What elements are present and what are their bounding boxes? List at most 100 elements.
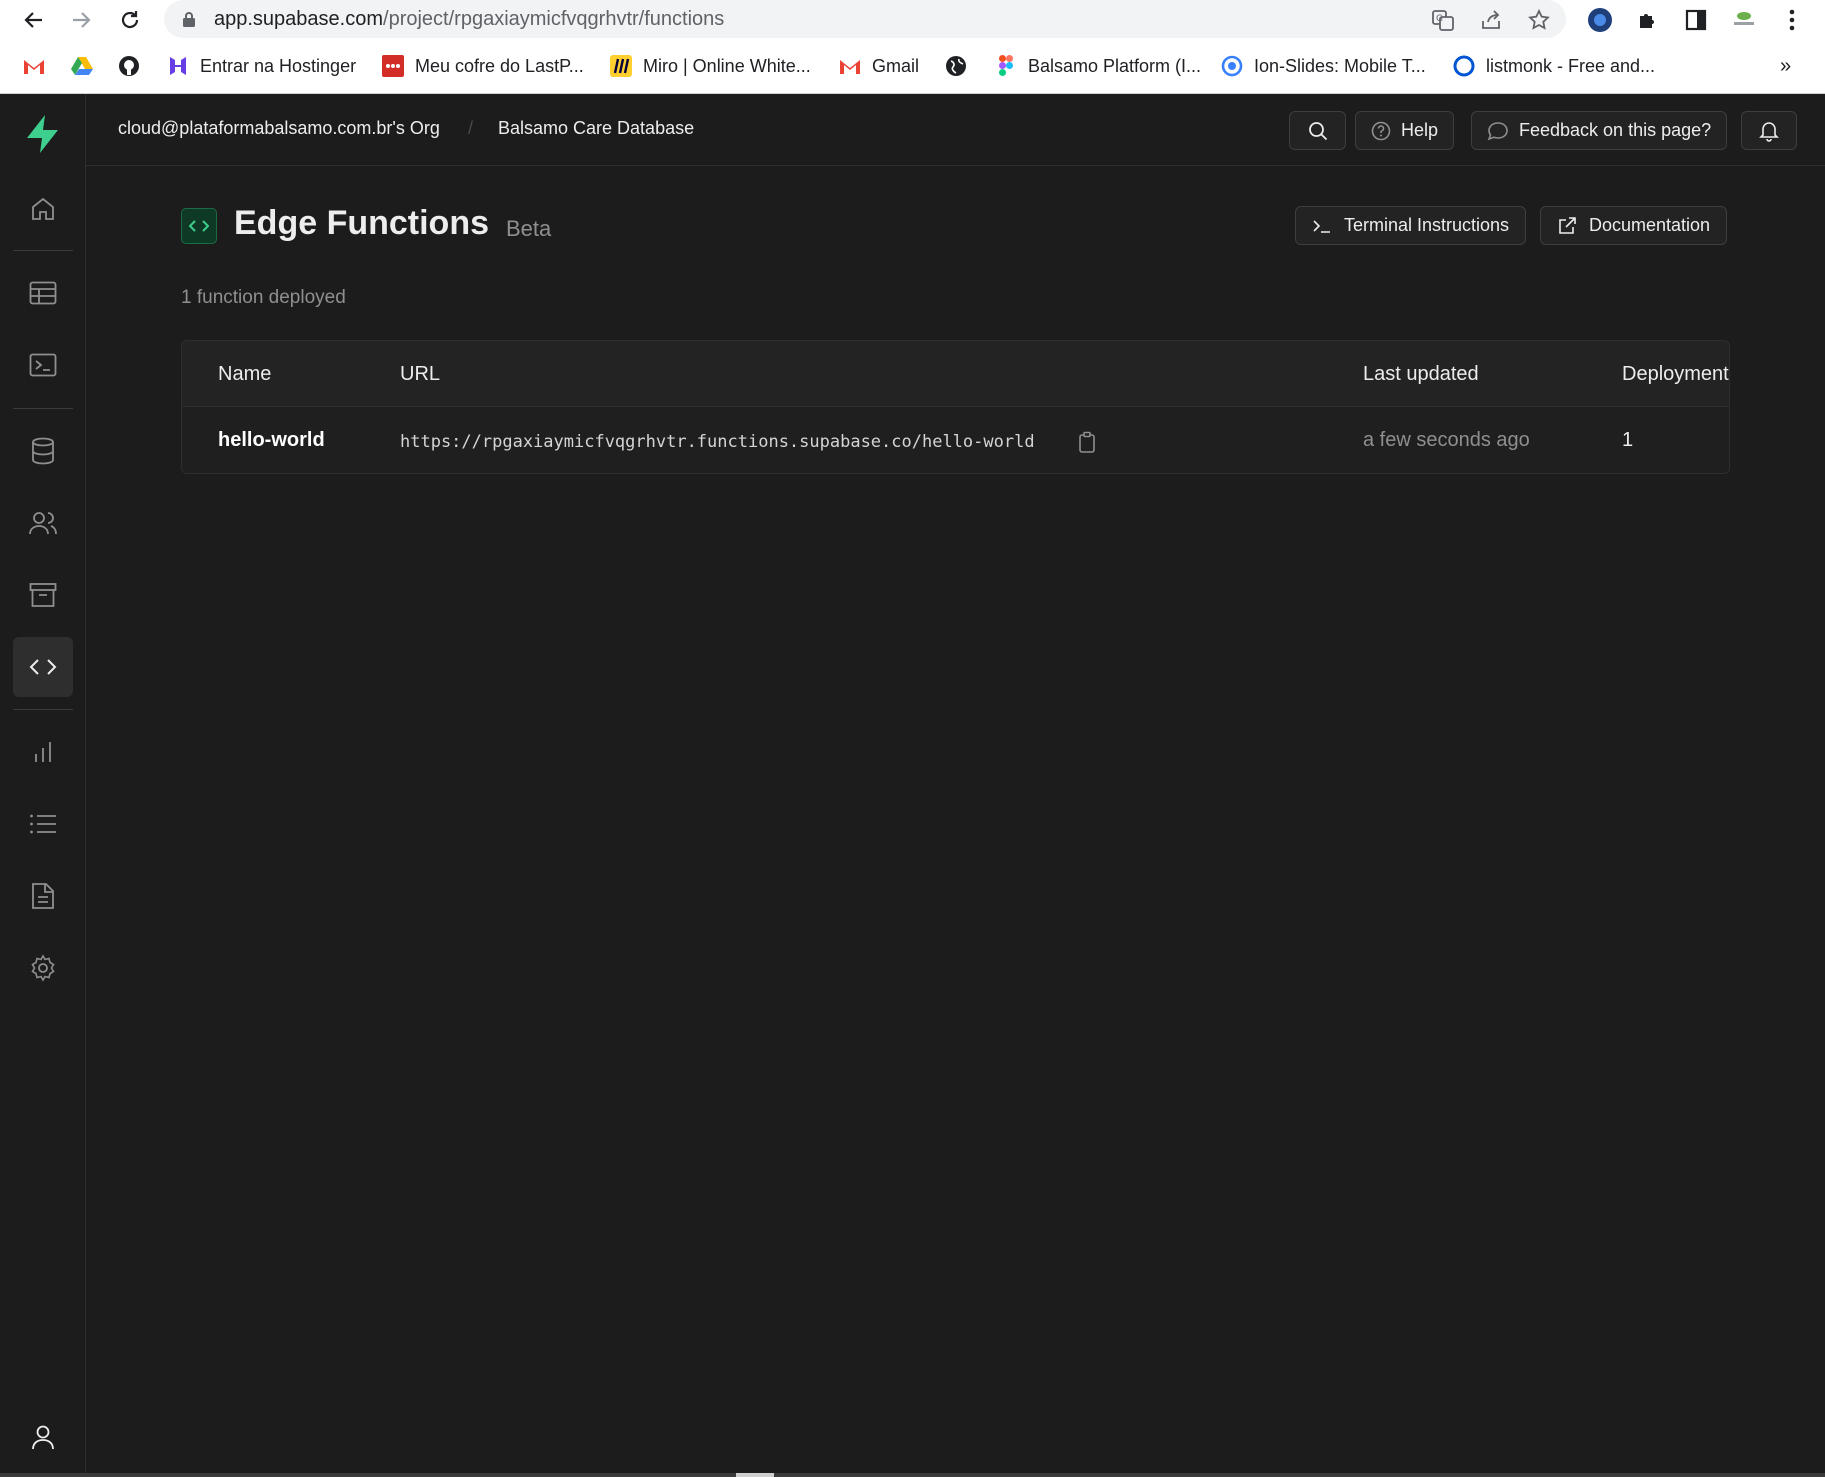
- documentation-button[interactable]: Documentation: [1540, 206, 1728, 245]
- search-button[interactable]: [1289, 111, 1346, 150]
- extension-profile-icon[interactable]: [1584, 4, 1616, 36]
- more-bookmarks-glyph: »: [1780, 54, 1792, 77]
- globe-icon: [944, 54, 968, 78]
- bookmark-google-drive[interactable]: [70, 52, 94, 80]
- supabase-logo-icon: [27, 115, 58, 153]
- bookmark-lastpass[interactable]: Meu cofre do LastP...: [381, 52, 584, 80]
- database-icon: [32, 437, 54, 465]
- sidebar-item-database[interactable]: [13, 421, 73, 481]
- bookmarks-bar: Entrar na Hostinger Meu cofre do LastP..…: [0, 46, 1825, 86]
- sidebar-item-api-docs[interactable]: [13, 866, 73, 926]
- sidebar-item-logs[interactable]: [13, 794, 73, 854]
- terminal-instructions-button[interactable]: Terminal Instructions: [1295, 206, 1527, 245]
- sidebar-item-account[interactable]: [13, 1407, 73, 1467]
- list-icon: [30, 814, 56, 834]
- help-circle-icon: [1371, 121, 1391, 140]
- sidebar-item-home[interactable]: [13, 179, 73, 239]
- page-title: Edge Functions: [234, 204, 489, 242]
- bookmark-miro[interactable]: Miro | Online White...: [609, 52, 811, 80]
- sidebar-item-authentication[interactable]: [13, 493, 73, 553]
- bookmark-label: Ion-Slides: Mobile T...: [1254, 55, 1426, 76]
- translate-icon[interactable]: G: [1430, 7, 1456, 33]
- bookmark-hostinger[interactable]: Entrar na Hostinger: [166, 52, 356, 80]
- documentation-label: Documentation: [1589, 215, 1711, 235]
- table-row[interactable]: hello-world https://rpgaxiaymicfvqgrhvtr…: [182, 408, 1729, 473]
- beta-badge: Beta: [506, 216, 552, 241]
- notifications-button[interactable]: [1741, 111, 1797, 150]
- sidebar-item-storage[interactable]: [13, 565, 73, 625]
- breadcrumb-project[interactable]: Balsamo Care Database: [498, 118, 694, 139]
- gear-icon: [31, 954, 55, 982]
- back-button[interactable]: [18, 4, 50, 36]
- hostinger-icon: [166, 54, 190, 78]
- help-label: Help: [1401, 120, 1439, 140]
- code-icon: [29, 659, 57, 675]
- terminal-prompt-icon: [1313, 219, 1330, 233]
- bookmark-balsamo-platform[interactable]: Balsamo Platform (I...: [994, 52, 1201, 80]
- terminal-instructions-label: Terminal Instructions: [1344, 215, 1510, 235]
- bookmark-label: Gmail: [872, 55, 920, 76]
- address-url: app.supabase.com/project/rpgaxiaymicfvqg…: [214, 8, 724, 31]
- sidebar-item-settings[interactable]: [13, 938, 73, 998]
- github-icon: [117, 54, 141, 78]
- bookmark-star-icon[interactable]: [1526, 7, 1552, 33]
- feedback-label: Feedback on this page?: [1519, 120, 1712, 140]
- side-panel-icon[interactable]: [1680, 4, 1712, 36]
- bar-chart-icon: [35, 742, 51, 762]
- address-bar[interactable]: app.supabase.com/project/rpgaxiaymicfvqg…: [164, 0, 1566, 38]
- bookmark-globe[interactable]: [944, 52, 968, 80]
- users-icon: [29, 512, 57, 535]
- more-bookmarks-button[interactable]: »: [1780, 52, 1791, 80]
- bookmark-github[interactable]: [117, 52, 141, 80]
- table-icon: [29, 281, 57, 305]
- copy-icon[interactable]: [1078, 431, 1098, 453]
- profile-avatar-icon[interactable]: [1728, 4, 1760, 36]
- horizontal-scrollbar[interactable]: [0, 1473, 1825, 1477]
- menu-kebab-icon[interactable]: [1776, 4, 1808, 36]
- bookmark-label: Meu cofre do LastP...: [415, 55, 584, 76]
- puzzle-icon[interactable]: [1632, 4, 1664, 36]
- user-icon: [32, 1425, 54, 1450]
- bookmark-gmail-2[interactable]: Gmail: [838, 52, 919, 80]
- url-host: app.supabase.com: [214, 8, 384, 30]
- sidebar-item-sql-editor[interactable]: [13, 335, 73, 395]
- sidebar-divider: [13, 250, 73, 251]
- functions-table: Name URL Last updated Deployments hello-…: [181, 340, 1730, 474]
- external-link-icon: [1559, 216, 1576, 234]
- sidebar-item-edge-functions[interactable]: [13, 637, 73, 697]
- bookmark-gmail[interactable]: [22, 52, 46, 80]
- feedback-button[interactable]: Feedback on this page?: [1471, 111, 1728, 150]
- sidebar: [0, 94, 86, 1477]
- breadcrumb-org[interactable]: cloud@plataformabalsamo.com.br's Org: [118, 118, 440, 139]
- table-header: Name URL Last updated Deployments: [182, 341, 1729, 407]
- bookmark-label: Entrar na Hostinger: [200, 55, 357, 76]
- bookmark-label: listmonk - Free and...: [1486, 55, 1656, 76]
- bookmark-ion-slides[interactable]: Ion-Slides: Mobile T...: [1220, 52, 1426, 80]
- breadcrumb-separator: /: [468, 118, 474, 138]
- sidebar-divider: [13, 709, 73, 710]
- google-drive-icon: [70, 54, 94, 78]
- browser-chrome: app.supabase.com/project/rpgaxiaymicfvqg…: [0, 0, 1825, 94]
- main-content: Edge Functions Beta Terminal Instruction…: [86, 166, 1825, 1477]
- address-row: app.supabase.com/project/rpgaxiaymicfvqg…: [0, 0, 1825, 40]
- top-bar: cloud@plataformabalsamo.com.br's Org / B…: [86, 94, 1825, 166]
- miro-icon: [609, 54, 633, 78]
- forward-button[interactable]: [65, 4, 97, 36]
- scrollbar-thumb[interactable]: [736, 1473, 774, 1477]
- sidebar-logo[interactable]: [13, 104, 73, 164]
- functions-count: 1 function deployed: [181, 287, 346, 308]
- help-button[interactable]: Help: [1355, 111, 1455, 150]
- function-url: https://rpgaxiaymicfvqgrhvtr.functions.s…: [400, 432, 1035, 452]
- sidebar-divider: [13, 408, 73, 409]
- sidebar-item-table-editor[interactable]: [13, 263, 73, 323]
- sidebar-item-reports[interactable]: [13, 722, 73, 782]
- bookmark-label: Balsamo Platform (I...: [1028, 55, 1202, 76]
- column-header-deployments: Deployments: [1622, 363, 1730, 385]
- gmail-icon: [22, 54, 46, 78]
- reload-button[interactable]: [114, 4, 146, 36]
- bookmark-listmonk[interactable]: listmonk - Free and...: [1452, 52, 1655, 80]
- supabase-app: cloud@plataformabalsamo.com.br's Org / B…: [0, 94, 1825, 1477]
- home-icon: [32, 197, 54, 220]
- share-icon[interactable]: [1478, 7, 1504, 33]
- arrow-left-icon: [24, 12, 42, 28]
